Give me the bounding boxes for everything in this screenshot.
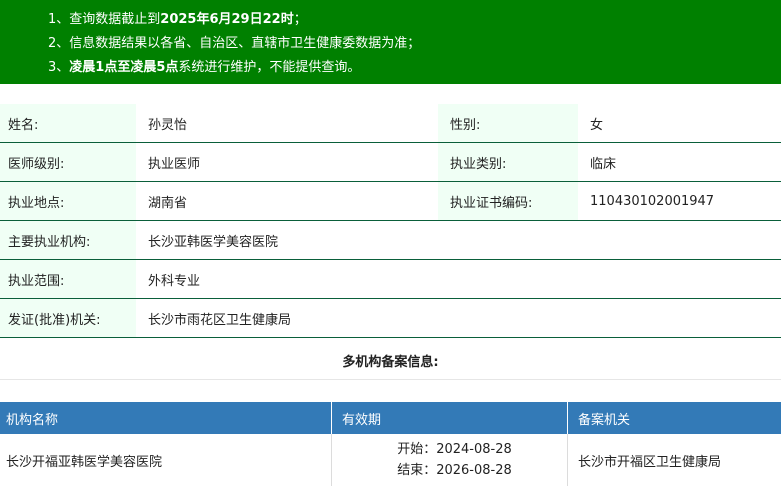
info-row-level: 医师级别: 执业医师 执业类别: 临床 bbox=[0, 143, 781, 182]
level-value: 执业医师 bbox=[148, 156, 201, 172]
notice-text: 2、信息数据结果以各省、自治区、直辖市卫生健康委数据为准； bbox=[48, 36, 421, 51]
issuer-label: 发证(批准)机关: bbox=[0, 299, 136, 337]
info-row-issuer: 发证(批准)机关: 长沙市雨花区卫生健康局 bbox=[0, 299, 781, 338]
notice-line-3: 3、凌晨1点至凌晨5点系统进行维护，不能提供查询。 bbox=[48, 56, 781, 80]
name-label: 姓名: bbox=[0, 104, 136, 142]
notice-banner: 1、查询数据截止到2025年6月29日22时； 2、信息数据结果以各省、自治区、… bbox=[0, 0, 781, 84]
table-header: 机构名称 有效期 备案机关 bbox=[0, 402, 781, 434]
gender-label: 性别: bbox=[438, 104, 578, 142]
multi-institution-table: 机构名称 有效期 备案机关 长沙开福亚韩医学美容医院 开始：2024-08-28… bbox=[0, 402, 781, 486]
location-value: 湖南省 bbox=[148, 195, 188, 211]
doctor-info-table: 姓名: 孙灵怡 性别: 女 医师级别: 执业医师 执业类别: 临床 执业地点: … bbox=[0, 104, 781, 338]
issuer-value: 长沙市雨花区卫生健康局 bbox=[148, 312, 292, 328]
scope-value: 外科专业 bbox=[148, 273, 201, 289]
multi-institution-title: 多机构备案信息: bbox=[0, 341, 781, 380]
header-institution: 机构名称 bbox=[0, 402, 332, 434]
cert-label: 执业证书编码: bbox=[438, 182, 578, 220]
category-value: 临床 bbox=[590, 156, 617, 172]
notice-cutoff-time: 2025年6月29日22时 bbox=[160, 12, 294, 27]
cert-value: 110430102001947 bbox=[590, 193, 715, 209]
notice-maintenance-window: 凌晨1点至凌晨5点 bbox=[69, 60, 179, 75]
header-authority: 备案机关 bbox=[578, 412, 631, 428]
location-label: 执业地点: bbox=[0, 182, 136, 220]
header-validity: 有效期 bbox=[332, 402, 568, 434]
notice-line-2: 2、信息数据结果以各省、自治区、直辖市卫生健康委数据为准； bbox=[48, 32, 781, 56]
row-authority: 长沙市开福区卫生健康局 bbox=[578, 454, 722, 470]
level-label: 医师级别: bbox=[0, 143, 136, 181]
notice-text: 系统进行维护，不能提供查询。 bbox=[178, 60, 361, 75]
notice-text: ； bbox=[293, 12, 307, 27]
notice-line-1: 1、查询数据截止到2025年6月29日22时； bbox=[48, 8, 781, 32]
gender-value: 女 bbox=[590, 117, 604, 133]
name-value: 孙灵怡 bbox=[148, 117, 188, 133]
notice-text: 3、 bbox=[48, 60, 70, 75]
row-institution: 长沙开福亚韩医学美容医院 bbox=[0, 434, 332, 486]
info-row-name: 姓名: 孙灵怡 性别: 女 bbox=[0, 104, 781, 143]
category-label: 执业类别: bbox=[438, 143, 578, 181]
validity-end: 结束：2026-08-28 bbox=[397, 462, 512, 478]
row-validity: 开始：2024-08-28 结束：2026-08-28 bbox=[332, 434, 568, 486]
table-row: 长沙开福亚韩医学美容医院 开始：2024-08-28 结束：2026-08-28… bbox=[0, 434, 781, 486]
info-row-location: 执业地点: 湖南省 执业证书编码: 110430102001947 bbox=[0, 182, 781, 221]
info-row-institution: 主要执业机构: 长沙亚韩医学美容医院 bbox=[0, 221, 781, 260]
notice-text: 1、查询数据截止到 bbox=[48, 12, 161, 27]
scope-label: 执业范围: bbox=[0, 260, 136, 298]
info-row-scope: 执业范围: 外科专业 bbox=[0, 260, 781, 299]
validity-start: 开始：2024-08-28 bbox=[397, 441, 512, 457]
institution-value: 长沙亚韩医学美容医院 bbox=[148, 234, 279, 250]
institution-label: 主要执业机构: bbox=[0, 221, 136, 259]
